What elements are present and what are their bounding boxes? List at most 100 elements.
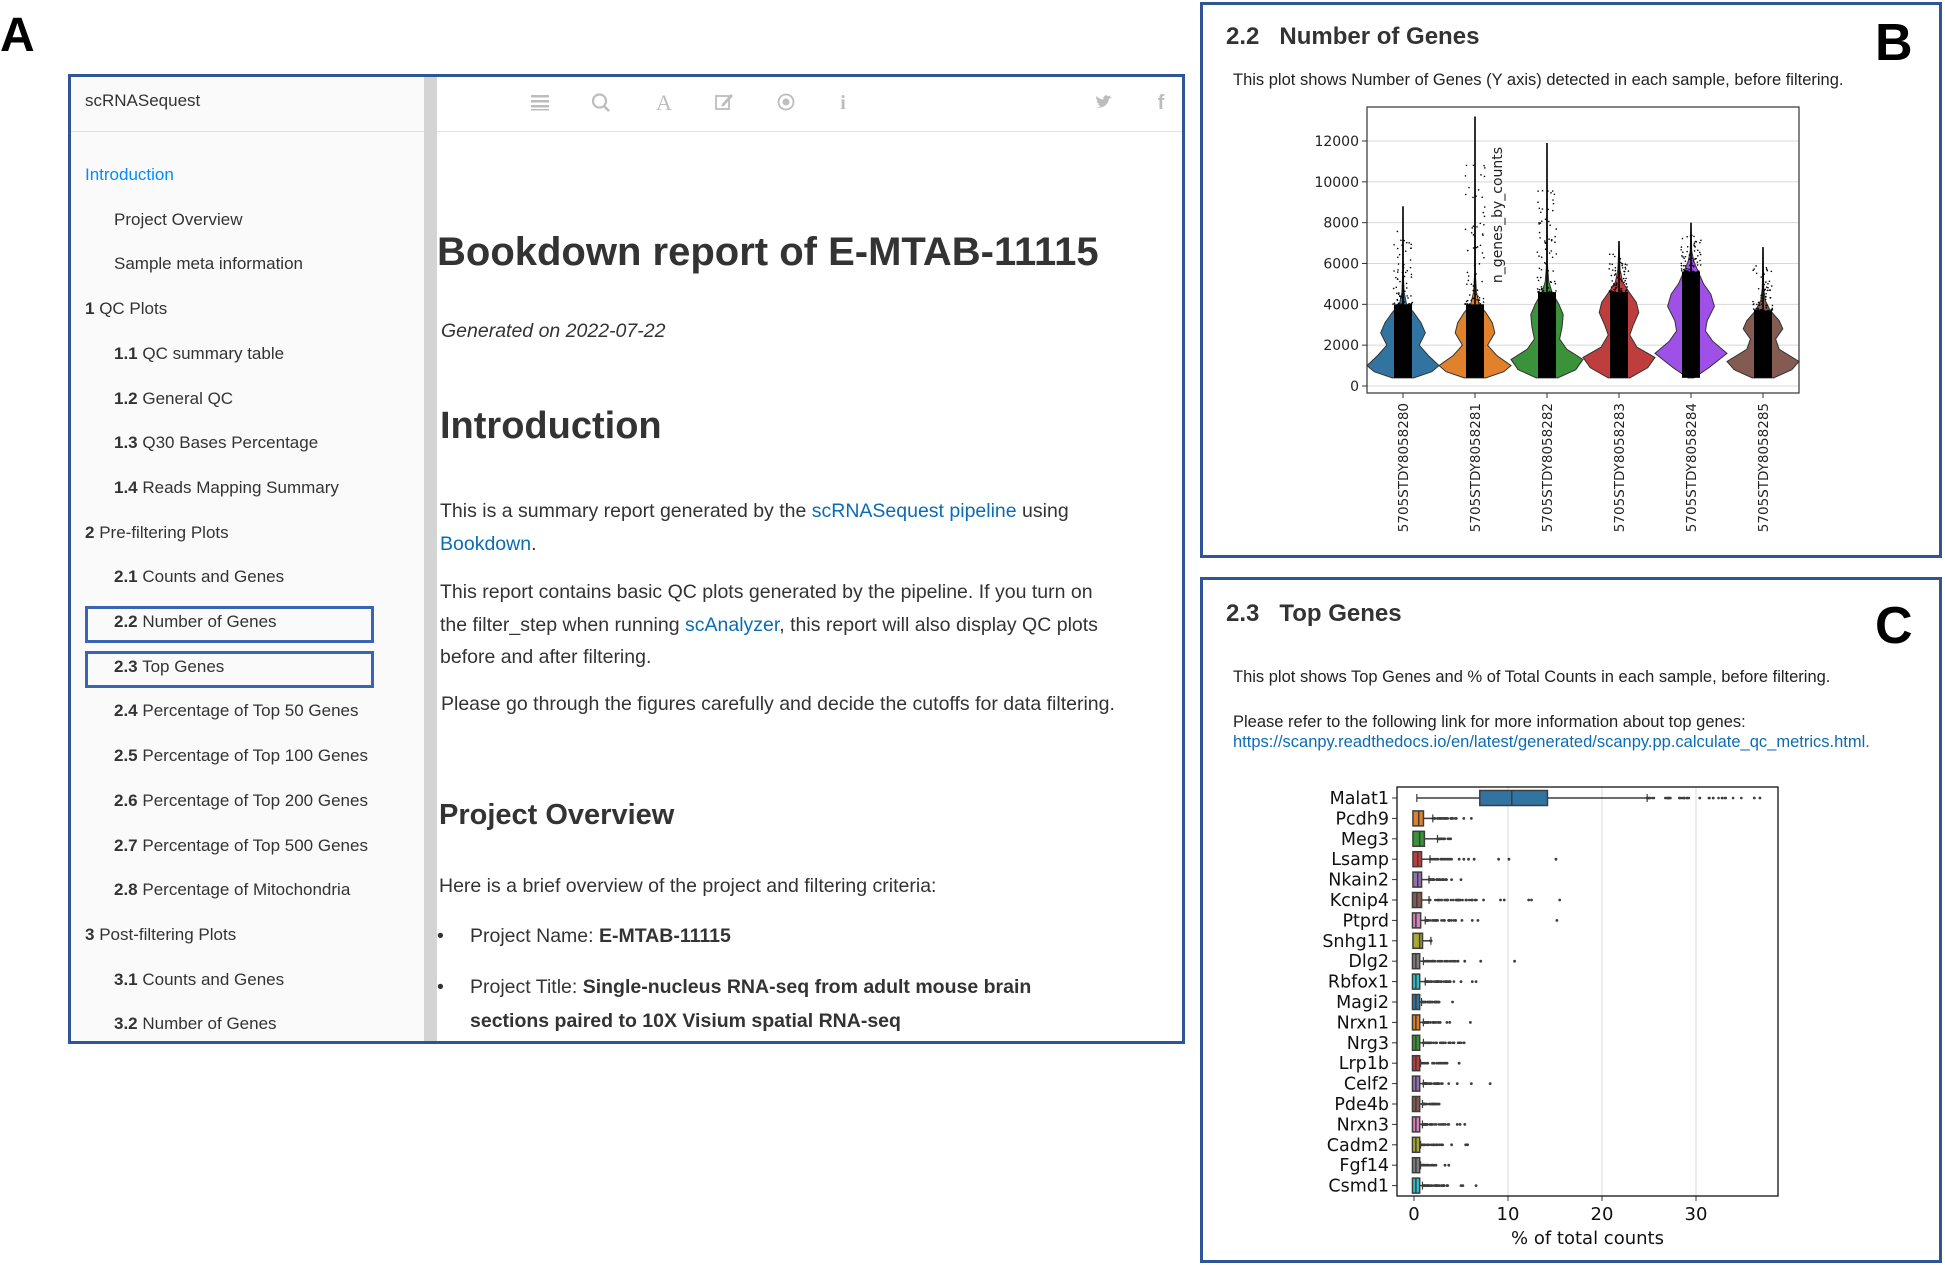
- data-point: [1483, 256, 1485, 259]
- data-point: [1536, 251, 1539, 253]
- search-icon[interactable]: [590, 91, 614, 113]
- outlier-point: [1441, 1082, 1444, 1085]
- toc-item[interactable]: 2.5 Percentage of Top 100 Genes: [114, 746, 368, 766]
- data-point: [1542, 289, 1545, 292]
- data-point: [1554, 235, 1556, 238]
- data-point: [1758, 309, 1760, 312]
- data-point: [1768, 280, 1771, 283]
- menu-icon[interactable]: [529, 91, 553, 113]
- data-point: [1539, 276, 1542, 279]
- data-point: [1552, 202, 1555, 205]
- outlier-point: [1447, 1082, 1451, 1085]
- violin-plot: 0 2000 4000 6000 8000 10000 12000 n_genes_by_co…: [1314, 106, 1800, 532]
- toc-item[interactable]: Introduction: [85, 165, 174, 185]
- data-point: [1693, 244, 1695, 246]
- outlier-point: [1445, 1061, 1448, 1065]
- outlier-point: [1446, 959, 1450, 963]
- toc-item[interactable]: 1.1 QC summary table: [114, 344, 284, 364]
- outlier-point: [1474, 980, 1478, 983]
- outlier-point: [1497, 857, 1500, 861]
- toc-item[interactable]: 1.3 Q30 Bases Percentage: [114, 433, 318, 453]
- sidebar-resize-handle[interactable]: [424, 77, 437, 1041]
- outlier-point: [1457, 857, 1461, 861]
- scrnasequest-link[interactable]: scRNASequest pipeline: [812, 500, 1017, 522]
- toc-item[interactable]: 2.7 Percentage of Top 500 Genes: [114, 836, 368, 856]
- font-icon[interactable]: A: [652, 91, 676, 115]
- toc-number: 1.1: [114, 343, 138, 363]
- toc-item[interactable]: 3 Post-filtering Plots: [85, 925, 236, 945]
- data-point: [1479, 222, 1482, 225]
- data-point: [1623, 281, 1625, 284]
- toc-number: 1.4: [114, 477, 138, 497]
- twitter-icon[interactable]: [1093, 91, 1117, 113]
- data-point: [1765, 267, 1768, 269]
- info-icon[interactable]: i: [831, 91, 855, 115]
- outlier-point: [1441, 1061, 1444, 1065]
- bookdown-link[interactable]: Bookdown: [440, 533, 531, 555]
- data-point: [1476, 289, 1479, 292]
- outlier-point: [1499, 898, 1502, 902]
- book-title[interactable]: scRNASequest: [85, 91, 200, 111]
- data-point: [1467, 279, 1470, 282]
- gene-label: Csmd1: [1328, 1177, 1389, 1197]
- toc-item[interactable]: 2 Pre-filtering Plots: [85, 523, 229, 543]
- data-point: [1619, 258, 1622, 260]
- data-point: [1619, 278, 1622, 281]
- data-point: [1472, 289, 1474, 292]
- outlier-point: [1527, 898, 1531, 902]
- data-point: [1693, 242, 1696, 245]
- outlier-point: [1462, 1041, 1466, 1045]
- data-point: [1470, 299, 1473, 302]
- scanalyzer-link[interactable]: scAnalyzer: [685, 614, 779, 636]
- toc-item[interactable]: 1 QC Plots: [85, 299, 167, 319]
- data-point: [1410, 276, 1413, 278]
- toc-item[interactable]: 2.2 Number of Genes: [114, 612, 277, 632]
- data-point: [1409, 259, 1412, 261]
- toc-item[interactable]: 1.4 Reads Mapping Summary: [114, 478, 339, 498]
- toc-item[interactable]: 2.6 Percentage of Top 200 Genes: [114, 791, 368, 811]
- toc-item[interactable]: 2.4 Percentage of Top 50 Genes: [114, 701, 359, 721]
- toc-number: 3.1: [114, 969, 138, 989]
- eye-icon[interactable]: [775, 91, 799, 113]
- toc-number: 2.2: [114, 612, 138, 631]
- data-point: [1407, 297, 1409, 299]
- generated-date: Generated on 2022-07-22: [441, 320, 666, 342]
- data-point: [1700, 239, 1702, 242]
- data-point: [1396, 299, 1399, 302]
- introduction-heading: Introduction: [440, 405, 662, 447]
- outlier-point: [1488, 1082, 1492, 1085]
- toc-item[interactable]: 3.2 Number of Genes: [114, 1014, 277, 1034]
- data-point: [1393, 270, 1395, 272]
- data-point: [1540, 211, 1542, 214]
- data-point: [1755, 307, 1758, 310]
- gene-label: Malat1: [1330, 789, 1389, 809]
- toc-item[interactable]: 1.2 General QC: [114, 389, 233, 409]
- data-point: [1464, 228, 1467, 231]
- data-point: [1410, 243, 1412, 246]
- data-point: [1552, 199, 1554, 201]
- toc-item[interactable]: Project Overview: [114, 210, 242, 230]
- outlier-point: [1460, 919, 1464, 922]
- toc-item[interactable]: 2.8 Percentage of Mitochondria: [114, 880, 350, 900]
- data-point: [1465, 300, 1468, 303]
- outlier-point: [1459, 898, 1462, 902]
- y-tick-label: 8000: [1323, 216, 1359, 232]
- data-point: [1770, 309, 1773, 311]
- data-point: [1396, 278, 1399, 280]
- toc-item[interactable]: 2.1 Counts and Genes: [114, 567, 284, 587]
- facebook-icon[interactable]: f: [1149, 91, 1173, 115]
- toc-item[interactable]: 2.3 Top Genes: [114, 657, 224, 677]
- x-axis-label: % of total counts: [1511, 1228, 1664, 1249]
- y-tick-label: 10000: [1314, 175, 1359, 191]
- gene-label: Cadm2: [1327, 1136, 1389, 1156]
- data-point: [1465, 164, 1468, 167]
- data-point: [1540, 220, 1543, 223]
- data-point: [1623, 273, 1626, 276]
- edit-icon[interactable]: [713, 91, 737, 113]
- toc-item[interactable]: Sample meta information: [114, 254, 303, 274]
- outlier-point: [1443, 919, 1446, 922]
- toc-item[interactable]: 3.1 Counts and Genes: [114, 970, 284, 990]
- data-point: [1699, 253, 1702, 256]
- outlier-point: [1455, 1123, 1459, 1126]
- outlier-point: [1474, 1184, 1478, 1187]
